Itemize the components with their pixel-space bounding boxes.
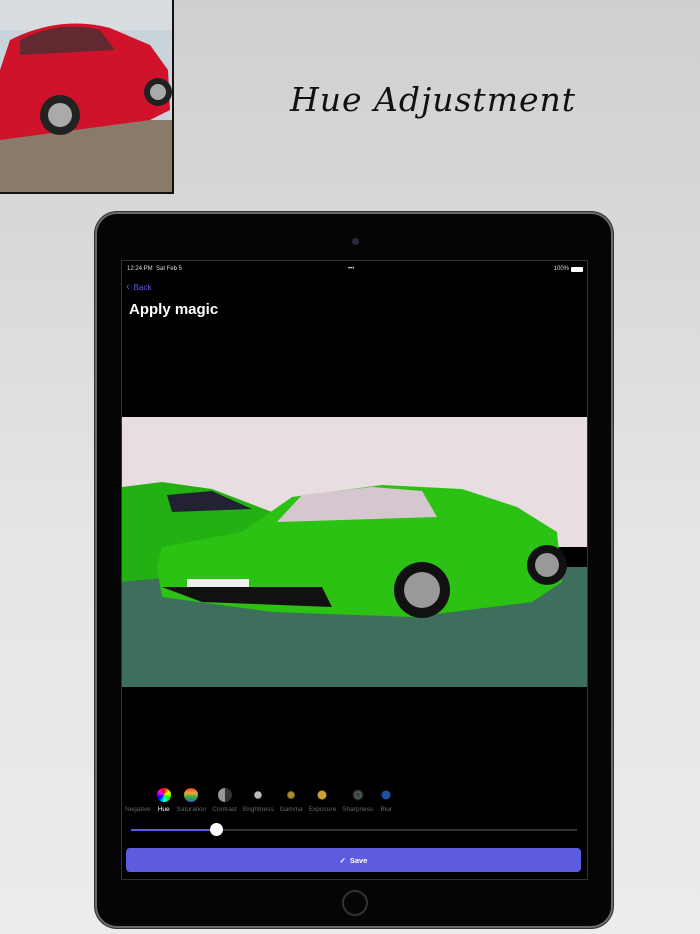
promo-title: Hue Adjustment — [290, 80, 577, 119]
tool-label: Contrast — [212, 806, 237, 813]
sharpness-icon — [350, 788, 365, 802]
multitask-dots-icon[interactable]: ••• — [348, 266, 354, 272]
battery-text: 100% — [553, 266, 569, 272]
tool-exposure[interactable]: Exposure — [306, 788, 339, 813]
tool-brightness[interactable]: Brightness — [240, 788, 277, 813]
gamma-icon — [284, 788, 299, 802]
slider-fill — [131, 829, 216, 831]
exposure-icon — [315, 788, 330, 802]
brightness-icon — [251, 788, 266, 802]
slider-knob[interactable] — [209, 823, 223, 836]
back-label: Back — [133, 282, 152, 292]
tool-saturation[interactable]: Saturation — [174, 788, 210, 813]
blur-icon — [379, 788, 394, 802]
tool-label: Gamma — [279, 806, 303, 813]
edited-photo — [122, 417, 587, 687]
ipad-frame: 12:24 PM Sat Feb 5 ••• 100% ‹ Back Apply … — [95, 212, 613, 928]
home-button[interactable] — [342, 890, 368, 916]
tool-negative[interactable]: Negative — [122, 788, 154, 813]
tool-label: Saturation — [176, 806, 207, 813]
checkmark-icon: ✓ — [339, 855, 346, 865]
tool-label: Exposure — [308, 806, 337, 813]
hue-slider[interactable] — [131, 823, 577, 836]
battery-icon — [571, 267, 583, 272]
tool-contrast[interactable]: Contrast — [209, 788, 240, 813]
camera-icon — [352, 238, 359, 245]
status-date: Sat Feb 5 — [156, 266, 183, 272]
tool-label: Negative — [125, 806, 151, 813]
saturation-icon — [184, 788, 199, 802]
contrast-icon — [217, 788, 232, 802]
tool-label: Blur — [380, 806, 393, 813]
original-photo-thumbnail — [0, 0, 174, 194]
tool-gamma[interactable]: Gamma — [277, 788, 306, 813]
page-title: Apply magic — [129, 301, 219, 318]
tool-label: Brightness — [242, 806, 274, 813]
tool-sharpness[interactable]: Sharpness — [339, 788, 376, 813]
status-time: 12:24 PM — [127, 266, 153, 272]
app-screen: 12:24 PM Sat Feb 5 ••• 100% ‹ Back Apply … — [121, 260, 588, 880]
tool-hue[interactable]: Hue — [154, 788, 174, 813]
tool-label: Hue — [157, 806, 170, 813]
chevron-left-icon: ‹ — [126, 281, 130, 293]
save-label: Save — [349, 855, 368, 865]
save-button[interactable]: ✓ Save — [126, 848, 581, 872]
tool-blur[interactable]: Blur — [376, 788, 396, 813]
back-button[interactable]: ‹ Back — [126, 281, 151, 293]
hue-wheel-icon — [156, 788, 171, 802]
adjustment-toolbar: Negative Hue Saturation Contrast Brightness G… — [122, 788, 442, 813]
negative-icon — [131, 788, 145, 802]
tool-label: Sharpness — [342, 806, 374, 813]
